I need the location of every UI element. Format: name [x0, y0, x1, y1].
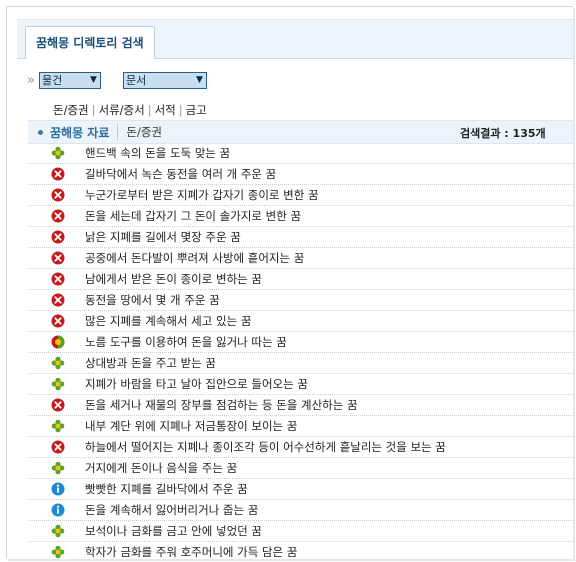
chevron-down-icon: ▼ [196, 74, 203, 85]
list-item[interactable]: 돈을 계속해서 잃어버리거나 줍는 꿈 [28, 500, 573, 521]
list-title: 꿈해몽 자료 [50, 125, 110, 140]
list-item[interactable]: 빳빳한 지폐를 길바닥에서 주운 꿈 [28, 479, 573, 500]
list-item[interactable]: 내부 계단 위에 지폐나 저금통장이 보이는 꿈 [28, 416, 573, 437]
list-item[interactable]: 동전을 땅에서 몇 개 주운 꿈 [28, 290, 573, 311]
x-bad-icon [51, 398, 65, 412]
half-mixed-icon [51, 335, 65, 349]
flower-good-icon [51, 524, 65, 538]
list-item[interactable]: 돈을 세거나 재물의 장부를 점검하는 등 돈을 계산하는 꿈 [28, 395, 573, 416]
divider: | [91, 103, 96, 117]
list-item-text[interactable]: 돈을 세는데 갑자기 그 돈이 솔가지로 변한 꿈 [85, 208, 301, 224]
list-item-text[interactable]: 하늘에서 떨어지는 지폐나 종이조각 등이 어수선하게 흩날리는 것을 보는 꿈 [85, 439, 446, 455]
list-header: 꿈해몽 자료 돈/증권 검색결과 : 135개 [28, 120, 573, 144]
filter-bar: » 물건 ▼ 문서 ▼ [27, 70, 207, 90]
list-item[interactable]: 돈을 세는데 갑자기 그 돈이 솔가지로 변한 꿈 [28, 206, 573, 227]
subcategory-link-money[interactable]: 돈/증권 [53, 103, 89, 117]
list-item[interactable]: 지폐가 바람을 타고 날아 집안으로 들어오는 꿈 [28, 374, 573, 395]
list-item[interactable]: 보석이나 금화를 금고 안에 넣었던 꿈 [28, 521, 573, 542]
result-count: 검색결과 : 135개 [460, 127, 546, 140]
x-bad-icon [51, 209, 65, 223]
divider: | [147, 103, 152, 117]
x-bad-icon [51, 314, 65, 328]
category-select-primary-value: 물건 [41, 73, 63, 87]
list-item-text[interactable]: 핸드백 속의 돈을 도둑 맞는 꿈 [85, 145, 230, 161]
category-select-secondary-value: 문서 [125, 73, 147, 87]
list-item-text[interactable]: 돈을 세거나 재물의 장부를 점검하는 등 돈을 계산하는 꿈 [85, 397, 358, 413]
list-item-text[interactable]: 낡은 지폐를 길에서 몇장 주운 꿈 [85, 229, 241, 245]
list-item[interactable]: 많은 지폐를 계속해서 세고 있는 꿈 [28, 311, 573, 332]
list-item-text[interactable]: 상대방과 돈을 주고 받는 꿈 [85, 355, 216, 371]
list-item-text[interactable]: 학자가 금화를 주워 호주머니에 가득 담은 꿈 [85, 544, 297, 559]
flower-good-icon [51, 461, 65, 475]
subcategory-link-documents[interactable]: 서류/증서 [99, 103, 145, 117]
list-item[interactable]: 길바닥에서 녹슨 동전을 여러 개 주운 꿈 [28, 164, 573, 185]
tab-bar: 꿈해몽 디렉토리 검색 [17, 19, 573, 59]
dream-list: 핸드백 속의 돈을 도둑 맞는 꿈길바닥에서 녹슨 동전을 여러 개 주운 꿈누… [28, 143, 573, 559]
x-bad-icon [51, 167, 65, 181]
flower-good-icon [51, 419, 65, 433]
x-bad-icon [51, 440, 65, 454]
info-neutral-icon [51, 482, 65, 496]
info-neutral-icon [51, 503, 65, 517]
bullet-icon [38, 129, 43, 135]
list-item-text[interactable]: 빳빳한 지폐를 길바닥에서 주운 꿈 [85, 481, 248, 497]
list-item-text[interactable]: 내부 계단 위에 지폐나 저금통장이 보이는 꿈 [85, 418, 297, 434]
subcategory-link-safe[interactable]: 금고 [186, 103, 207, 117]
list-item[interactable]: 누군가로부터 받은 지폐가 갑자기 종이로 변한 꿈 [28, 185, 573, 206]
chevron-down-icon: ▼ [90, 74, 97, 85]
subcategory-link-books[interactable]: 서적 [155, 103, 176, 117]
category-select-primary[interactable]: 물건 ▼ [38, 71, 101, 89]
x-bad-icon [51, 188, 65, 202]
list-item[interactable]: 공중에서 돈다발이 뿌려져 사방에 흩어지는 꿈 [28, 248, 573, 269]
list-item-text[interactable]: 누군가로부터 받은 지폐가 갑자기 종이로 변한 꿈 [85, 187, 319, 203]
flower-good-icon [51, 545, 65, 559]
list-item-text[interactable]: 많은 지폐를 계속해서 세고 있는 꿈 [85, 313, 251, 329]
list-item-text[interactable]: 보석이나 금화를 금고 안에 넣었던 꿈 [85, 523, 262, 539]
divider [117, 124, 119, 140]
list-item[interactable]: 하늘에서 떨어지는 지폐나 종이조각 등이 어수선하게 흩날리는 것을 보는 꿈 [28, 437, 573, 458]
list-item[interactable]: 노름 도구를 이용하여 돈을 잃거나 따는 꿈 [28, 332, 573, 353]
list-item[interactable]: 핸드백 속의 돈을 도둑 맞는 꿈 [28, 143, 573, 164]
divider: | [178, 103, 183, 117]
list-item[interactable]: 낡은 지폐를 길에서 몇장 주운 꿈 [28, 227, 573, 248]
list-item-text[interactable]: 돈을 계속해서 잃어버리거나 줍는 꿈 [85, 502, 258, 518]
double-chevron-icon: » [27, 72, 35, 88]
list-item[interactable]: 남에게서 받은 돈이 종이로 변하는 꿈 [28, 269, 573, 290]
list-item-text[interactable]: 공중에서 돈다발이 뿌려져 사방에 흩어지는 꿈 [85, 250, 304, 266]
x-bad-icon [51, 251, 65, 265]
directory-panel: 꿈해몽 디렉토리 검색 » 물건 ▼ 문서 ▼ 돈/증권 | 서류/증서 | 서적 | 금고… [6, 6, 573, 559]
list-item-text[interactable]: 길바닥에서 녹슨 동전을 여러 개 주운 꿈 [85, 166, 276, 182]
list-item-text[interactable]: 동전을 땅에서 몇 개 주운 꿈 [85, 292, 220, 308]
list-item-text[interactable]: 지폐가 바람을 타고 날아 집안으로 들어오는 꿈 [85, 376, 308, 392]
flower-good-icon [51, 377, 65, 391]
list-item-text[interactable]: 거지에게 돈이나 음식을 주는 꿈 [85, 460, 237, 476]
list-item[interactable]: 학자가 금화를 주워 호주머니에 가득 담은 꿈 [28, 542, 573, 559]
list-item-text[interactable]: 남에게서 받은 돈이 종이로 변하는 꿈 [85, 271, 262, 287]
subcategory-links: 돈/증권 | 서류/증서 | 서적 | 금고 [53, 102, 207, 118]
breadcrumb: 돈/증권 [126, 125, 163, 139]
x-bad-icon [51, 272, 65, 286]
flower-good-icon [51, 146, 65, 160]
list-item-text[interactable]: 노름 도구를 이용하여 돈을 잃거나 따는 꿈 [85, 334, 287, 350]
list-item[interactable]: 상대방과 돈을 주고 받는 꿈 [28, 353, 573, 374]
x-bad-icon [51, 293, 65, 307]
x-bad-icon [51, 230, 65, 244]
flower-good-icon [51, 356, 65, 370]
category-select-secondary[interactable]: 문서 ▼ [122, 71, 207, 89]
tab-directory-search[interactable]: 꿈해몽 디렉토리 검색 [25, 26, 155, 59]
list-item[interactable]: 거지에게 돈이나 음식을 주는 꿈 [28, 458, 573, 479]
